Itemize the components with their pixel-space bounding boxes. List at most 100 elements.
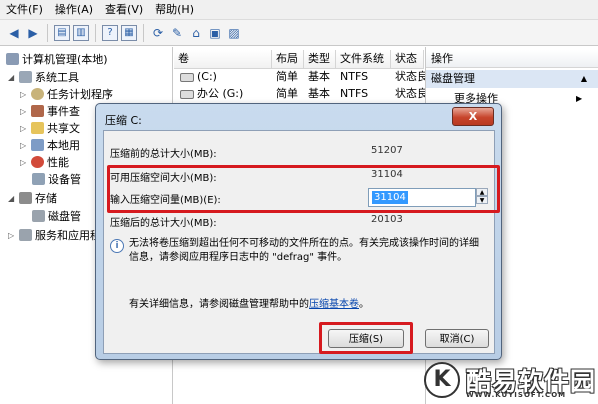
close-button[interactable]: X xyxy=(452,107,494,126)
clock-icon xyxy=(31,88,44,100)
watermark-logo: K xyxy=(424,362,460,398)
device-manager-icon xyxy=(32,173,45,185)
tree-item-local-users[interactable]: ▷ 本地用 xyxy=(20,136,80,154)
type-cell: 基本 xyxy=(308,70,330,83)
help-icon[interactable]: ? xyxy=(102,24,118,41)
column-layout[interactable]: 布局 xyxy=(272,50,304,68)
actions-section-disk-management[interactable]: 磁盘管理 ▲ xyxy=(426,70,598,88)
forward-arrow-icon[interactable]: ▶ xyxy=(25,25,41,41)
tree-item-performance[interactable]: ▷ 性能 xyxy=(20,153,69,171)
menu-bar: 文件(F) 操作(A) 查看(V) 帮助(H) xyxy=(0,0,598,20)
tree-item-label: 服务和应用程 xyxy=(35,229,101,242)
filesystem-cell: NTFS xyxy=(340,70,369,83)
collapse-arrow-icon[interactable]: ◢ xyxy=(8,194,16,203)
total-after-value: 20103 xyxy=(371,214,403,225)
help-line: 有关详细信息，请参阅磁盘管理帮助中的压缩基本卷。 xyxy=(129,295,369,310)
expand-arrow-icon[interactable]: ▷ xyxy=(20,124,28,133)
column-filesystem[interactable]: 文件系统 xyxy=(336,50,391,68)
watermark: K 酷易软件园 WWW.KUYISOFT.COM xyxy=(422,360,598,404)
tree-item-task-scheduler[interactable]: ▷ 任务计划程序 xyxy=(20,85,113,103)
tree-item-system-tools[interactable]: ◢ 系统工具 xyxy=(8,68,79,86)
column-volume[interactable]: 卷 xyxy=(174,50,272,68)
collapse-arrow-icon[interactable]: ▲ xyxy=(581,70,587,88)
export-icon[interactable]: ✎ xyxy=(169,25,185,41)
properties-icon[interactable]: ▦ xyxy=(121,24,137,41)
computer-icon xyxy=(6,53,19,65)
tree-item-label: 系统工具 xyxy=(35,71,79,84)
help-suffix: 。 xyxy=(359,299,369,310)
expand-arrow-icon[interactable]: ▷ xyxy=(20,158,28,167)
cancel-button[interactable]: 取消(C) xyxy=(425,329,489,348)
up-folder-icon[interactable]: ▤ xyxy=(54,24,70,41)
shrink-dialog: 压缩 C: X 压缩前的总计大小(MB): 51207 可用压缩空间大小(MB)… xyxy=(95,103,502,360)
expand-arrow-icon[interactable]: ▷ xyxy=(20,90,28,99)
volume-list-header: 卷 布局 类型 文件系统 状态 xyxy=(174,50,424,69)
actions-section-label: 磁盘管理 xyxy=(431,72,475,85)
status-cell: 状态良 xyxy=(395,87,428,100)
tree-item-label: 存储 xyxy=(35,192,57,205)
layout-cell: 简单 xyxy=(276,87,298,100)
info-icon: i xyxy=(110,239,124,253)
tree-item-event-viewer[interactable]: ▷ 事件查 xyxy=(20,102,80,120)
tree-item-device-manager[interactable]: 设备管 xyxy=(32,170,81,188)
help-prefix: 有关详细信息，请参阅磁盘管理帮助中的 xyxy=(129,299,309,310)
tree-item-label: 设备管 xyxy=(48,173,81,186)
info-text: 无法将卷压缩到超出任何不可移动的文件所在的点。有关完成该操作时间的详细信息，请参… xyxy=(129,238,479,263)
refresh-icon[interactable]: ⟳ xyxy=(150,25,166,41)
volume-cell: 办公 (G:) xyxy=(176,85,243,102)
table-row[interactable]: (C:) 简单 基本 NTFS 状态良 xyxy=(174,68,428,85)
users-icon xyxy=(31,139,44,151)
event-viewer-icon xyxy=(31,105,44,117)
expand-arrow-icon[interactable]: ▷ xyxy=(8,231,16,240)
dialog-title: 压缩 C: xyxy=(105,114,142,127)
services-icon xyxy=(19,229,32,241)
drive-icon xyxy=(180,72,194,82)
settings-icon[interactable]: ▨ xyxy=(226,25,242,41)
toolbar: ◀ ▶ ▤ ▥ ? ▦ ⟳ ✎ ⌂ ▣ ▨ xyxy=(0,20,598,46)
column-type[interactable]: 类型 xyxy=(304,50,336,68)
tree-item-label: 性能 xyxy=(47,156,69,169)
highlight-box xyxy=(319,322,413,354)
menu-action[interactable]: 操作(A) xyxy=(49,0,99,19)
expand-arrow-icon[interactable]: ▷ xyxy=(20,107,28,116)
toolbar-separator xyxy=(47,23,48,42)
volume-name: (C:) xyxy=(197,70,217,83)
collapse-arrow-icon[interactable]: ◢ xyxy=(8,73,16,82)
tree-item-disk-management[interactable]: 磁盘管 xyxy=(32,207,81,225)
toolbar-separator xyxy=(143,23,144,42)
tree-item-label: 共享文 xyxy=(47,122,80,135)
status-cell: 状态良 xyxy=(395,70,428,83)
toolbar-separator xyxy=(95,23,96,42)
total-after-label: 压缩后的总计大小(MB): xyxy=(110,218,217,229)
tree-item-storage[interactable]: ◢ 存储 xyxy=(8,189,57,207)
tree-item-label: 事件查 xyxy=(47,105,80,118)
performance-icon xyxy=(31,156,44,168)
volume-name: 办公 (G:) xyxy=(197,87,244,100)
disk-icon[interactable]: ▣ xyxy=(207,25,223,41)
watermark-url: WWW.KUYISOFT.COM xyxy=(466,391,567,399)
show-hide-tree-icon[interactable]: ▥ xyxy=(73,24,89,41)
tree-item-services[interactable]: ▷ 服务和应用程 xyxy=(8,226,101,244)
total-before-label: 压缩前的总计大小(MB): xyxy=(110,149,217,160)
tree-item-shared-folders[interactable]: ▷ 共享文 xyxy=(20,119,80,137)
menu-help[interactable]: 帮助(H) xyxy=(149,0,200,19)
back-arrow-icon[interactable]: ◀ xyxy=(6,25,22,41)
menu-view[interactable]: 查看(V) xyxy=(99,0,149,19)
type-cell: 基本 xyxy=(308,87,330,100)
tree-item-label: 任务计划程序 xyxy=(47,88,113,101)
column-status[interactable]: 状态 xyxy=(391,50,424,68)
total-before-value: 51207 xyxy=(371,145,403,156)
tools-icon xyxy=(19,71,32,83)
connect-icon[interactable]: ⌂ xyxy=(188,25,204,41)
expand-arrow-icon[interactable]: ▷ xyxy=(20,141,28,150)
tree-item-root[interactable]: 计算机管理(本地) xyxy=(6,50,108,68)
menu-file[interactable]: 文件(F) xyxy=(0,0,49,19)
actions-header: 操作 xyxy=(426,50,598,68)
tree-item-label: 本地用 xyxy=(47,139,80,152)
tree-item-label: 计算机管理(本地) xyxy=(22,53,108,66)
drive-icon xyxy=(180,89,194,99)
tree-item-label: 磁盘管 xyxy=(48,210,81,223)
table-row[interactable]: 办公 (G:) 简单 基本 NTFS 状态良 xyxy=(174,85,428,102)
help-link[interactable]: 压缩基本卷 xyxy=(309,299,359,310)
disk-management-icon xyxy=(32,210,45,222)
